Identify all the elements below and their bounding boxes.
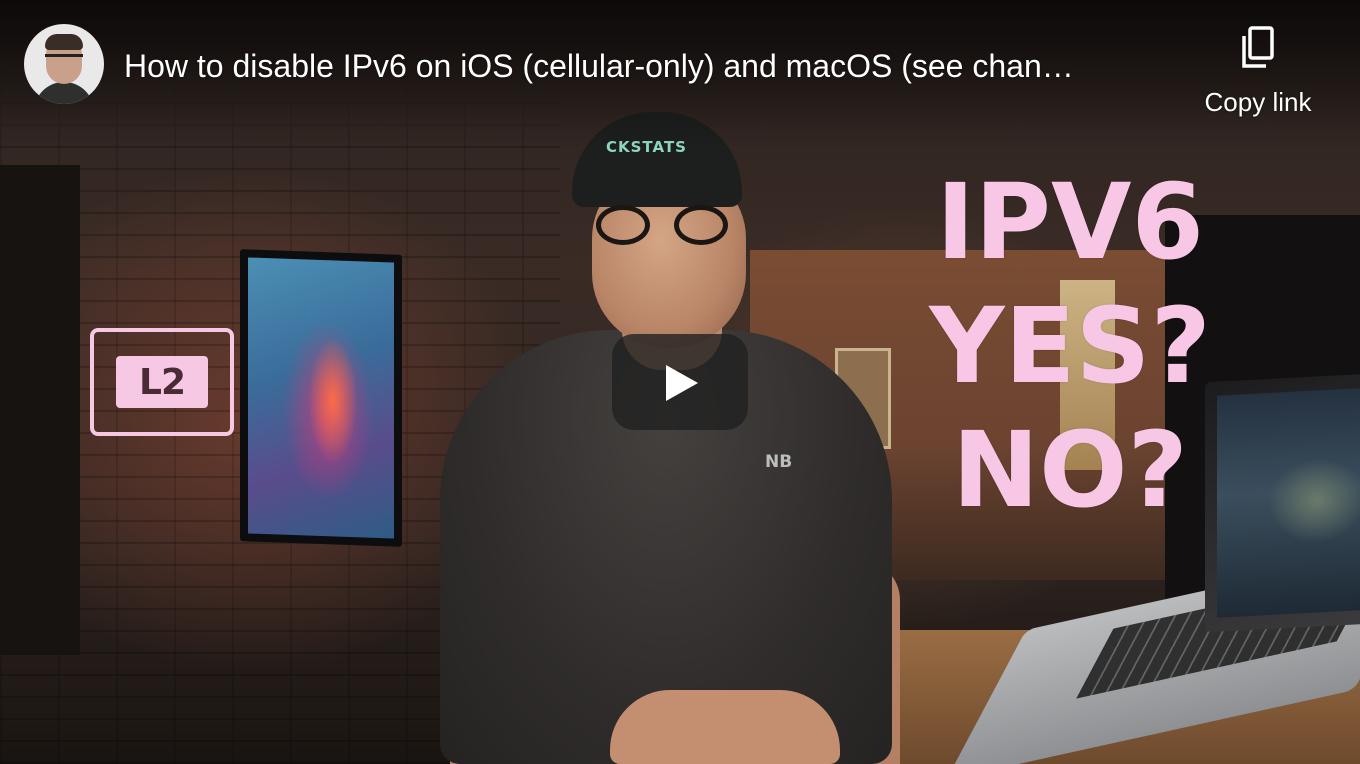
- avatar-glasses: [45, 54, 83, 66]
- l2-logo-text: L2: [116, 356, 208, 408]
- play-button[interactable]: [612, 334, 748, 430]
- video-player[interactable]: NB CKSTATS L2 IPV6 YES? NO? How to disab…: [0, 0, 1360, 764]
- copy-link-label: Copy link: [1204, 87, 1312, 117]
- acoustic-panel: [0, 165, 80, 655]
- wall-display: [240, 249, 402, 547]
- wall-display-screen: [248, 257, 394, 539]
- play-icon: [666, 365, 698, 401]
- avatar-body: [34, 82, 94, 104]
- presenter-glasses: [596, 205, 736, 249]
- copy-icon: [1242, 26, 1274, 68]
- headline-line-2: YES?: [929, 285, 1211, 407]
- avatar-hair: [45, 34, 83, 50]
- shirt-logo: NB: [765, 452, 793, 472]
- presenter-hands: [610, 690, 840, 764]
- l2-logo-badge: L2: [90, 328, 234, 436]
- copy-link-button[interactable]: Copy link: [1196, 26, 1320, 122]
- video-title[interactable]: How to disable IPv6 on iOS (cellular-onl…: [124, 44, 1174, 88]
- headline-line-3: NO?: [952, 409, 1188, 531]
- thumbnail-headline: IPV6 YES? NO?: [900, 170, 1240, 542]
- headline-line-1: IPV6: [936, 161, 1204, 283]
- channel-avatar[interactable]: [24, 24, 104, 104]
